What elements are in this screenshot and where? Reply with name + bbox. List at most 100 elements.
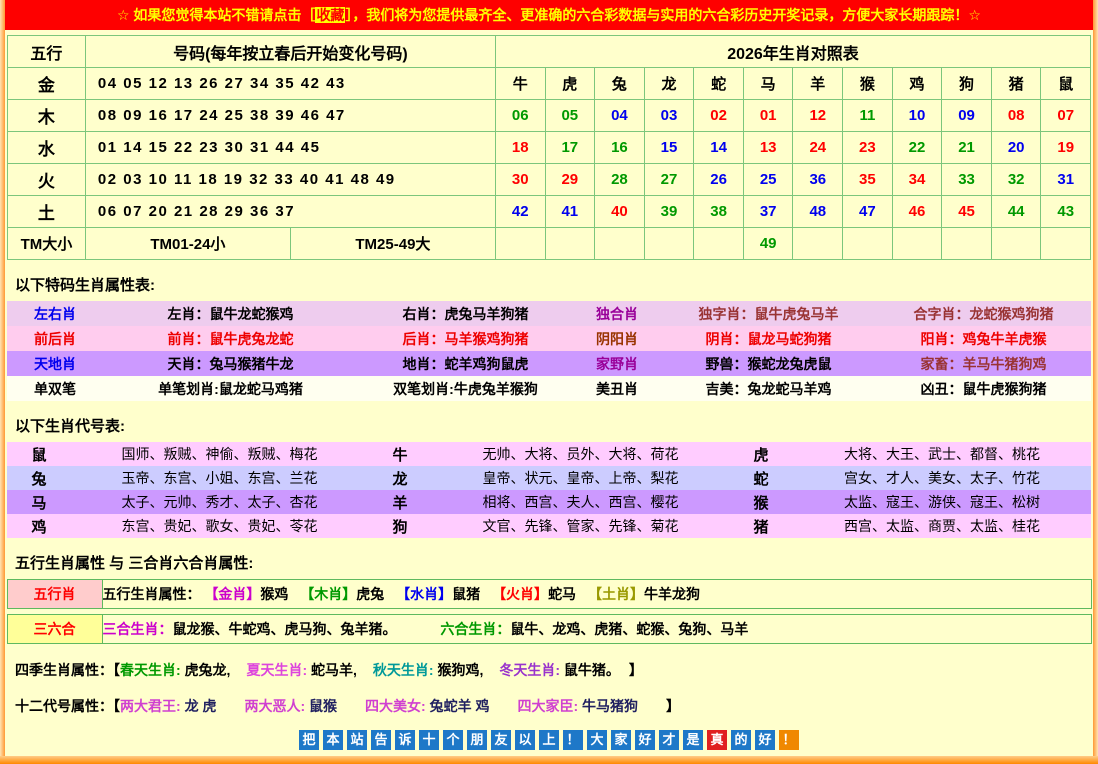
footer-char-box: 大 [587,730,607,750]
twelve-suffix: 】 [666,698,680,714]
zodiac-header-cell: 牛 [495,68,545,100]
zodiac-codes: 大将、大王、武士、都督、桃花 [793,442,1091,466]
codes-row: 鼠 国师、叛贼、神偷、叛贼、梅花 牛 无帅、大将、员外、大将、荷花 虎 大将、大… [7,442,1091,466]
zodiac-number-cell: 29 [545,164,595,196]
footer-char-box: 本 [323,730,343,750]
zodiac-number-cell: 47 [843,196,893,228]
element-row-earth: 土 06 07 20 21 28 29 36 37 42 41 40 39 38… [7,196,1090,228]
right-border-decoration [1093,0,1098,764]
footer-char-box: 的 [731,730,751,750]
element-numbers: 02 03 10 11 18 19 32 33 40 41 48 49 [85,164,495,196]
zodiac-number-cell: 03 [644,100,694,132]
liuhe-value: 鼠牛、龙鸡、虎猪、蛇猴、兔狗、马羊 [510,621,748,637]
zodiac-name: 龙 [368,466,432,490]
tag-wood-value: 虎兔 [356,586,384,602]
tag-fire-value: 蛇马 [548,586,576,602]
attr-label: 天地肖 [7,351,103,376]
zodiac-number-cell: 07 [1041,100,1091,132]
summer-value: 蛇马羊, [311,662,357,678]
footer-char-box: 好 [755,730,775,750]
footer-char-box: 个 [443,730,463,750]
winter-value: 鼠牛猪。 [564,662,613,678]
zodiac-header-cell: 猴 [843,68,893,100]
footer-char-box: 朋 [467,730,487,750]
zodiac-number-cell: 14 [694,132,744,164]
zodiac-name: 鸡 [7,514,71,538]
attr-value: 阴肖：鼠龙马蛇狗猪 [661,326,876,351]
wuxing-property-row: 五行肖 五行生肖属性： 【金肖】猴鸡 【木肖】虎兔 【水肖】鼠猪 【火肖】蛇马 … [7,580,1091,609]
attr-value: 家畜：羊马牛猪狗鸡 [876,351,1091,376]
element-numbers: 04 05 12 13 26 27 34 35 42 43 [85,68,495,100]
zodiac-header-cell: 猪 [991,68,1041,100]
zodiac-number-cell: 40 [595,196,645,228]
zodiac-number-cell: 38 [694,196,744,228]
zodiac-number-cell: 30 [495,164,545,196]
tag-gold-value: 猴鸡 [260,586,288,602]
favorite-link[interactable]: 收藏 [315,7,345,23]
sanliu-row-label: 三六合 [7,615,102,644]
zodiac-number-cell: 04 [595,100,645,132]
zodiac-number-cell: 31 [1041,164,1091,196]
tm-zodiac-cell [793,228,843,260]
zodiac-number-cell: 42 [495,196,545,228]
zodiac-codes: 皇帝、状元、皇帝、上帝、梨花 [432,466,729,490]
zodiac-number-cell: 12 [793,100,843,132]
tm-zodiac-cell [991,228,1041,260]
element-numbers: 01 14 15 22 23 30 31 44 45 [85,132,495,164]
zodiac-number-cell: 34 [892,164,942,196]
zodiac-number-cell: 36 [793,164,843,196]
zodiac-number-cell: 48 [793,196,843,228]
left-border-decoration [0,0,5,764]
attr-value: 吉美：兔龙蛇马羊鸡 [661,376,876,401]
zodiac-codes: 无帅、大将、员外、大将、荷花 [432,442,729,466]
footer-char-box: ！ [563,730,583,750]
element-numbers: 08 09 16 17 24 25 38 39 46 47 [85,100,495,132]
spring-label: 春天生肖: [120,662,185,678]
zodiac-number-cell: 11 [843,100,893,132]
zodiac-number-cell: 06 [495,100,545,132]
zodiac-number-cell: 33 [942,164,992,196]
attr-label: 美丑肖 [573,376,661,401]
zodiac-number-cell: 41 [545,196,595,228]
footer-slogan-row: 把 本 站 告 诉 十 个 朋 友 以 上 ！ 大 家 好 才 是 真 的 好 … [5,730,1093,750]
tag-earth: 【土肖】 [588,586,644,602]
banner-text-post: ］，我们将为您提供最齐全、更准确的六合彩数据与实用的六合彩历史开奖记录，方便大家… [345,7,981,23]
attr-value: 阳肖：鸡兔牛羊虎猴 [876,326,1091,351]
sanliu-row-content: 三合生肖：鼠龙猴、牛蛇鸡、虎马狗、兔羊猪。 六合生肖：鼠牛、龙鸡、虎猪、蛇猴、兔… [102,615,1091,644]
attr-row-left-right: 左右肖 左肖：鼠牛龙蛇猴鸡 右肖：虎兔马羊狗猪 独合肖 独字肖：鼠牛虎兔马羊 合… [7,301,1091,326]
footer-char-box: 好 [635,730,655,750]
beauties-label: 四大美女: [365,698,430,714]
tm-zodiac-cell [1041,228,1091,260]
attr-value: 单笔划肖:鼠龙蛇马鸡猪 [103,376,358,401]
villains-label: 两大恶人: [244,698,309,714]
page-content: 五行 号码(每年按立春后开始变化号码) 2026年生肖对照表 金 04 05 1… [5,35,1093,750]
footer-char-box: 以 [515,730,535,750]
zodiac-number-cell: 27 [644,164,694,196]
attr-label: 单双笔 [7,376,103,401]
villains-value: 鼠猴 [309,698,337,714]
footer-char-box: 是 [683,730,703,750]
zodiac-number-cell: 43 [1041,196,1091,228]
zodiac-name: 马 [7,490,71,514]
zodiac-codes: 宫女、才人、美女、太子、竹花 [793,466,1091,490]
zodiac-number-cell: 20 [991,132,1041,164]
sanliu-property-table: 三六合 三合生肖：鼠龙猴、牛蛇鸡、虎马狗、兔羊猪。 六合生肖：鼠牛、龙鸡、虎猪、… [7,614,1092,644]
attr-value: 双笔划肖:牛虎兔羊猴狗 [358,376,573,401]
zodiac-codes: 太子、元帅、秀才、太子、杏花 [71,490,368,514]
beauties-value: 兔蛇羊 鸡 [430,698,490,714]
footer-char-box: 诉 [395,730,415,750]
zodiac-codes: 文官、先锋、管家、先锋、菊花 [432,514,729,538]
zodiac-number-cell: 32 [991,164,1041,196]
tm-label: TM大小 [7,228,85,260]
zodiac-codes: 太监、寇王、游侠、寇王、松树 [793,490,1091,514]
codes-row: 马 太子、元帅、秀才、太子、杏花 羊 相将、西宫、夫人、西宫、樱花 猴 太监、寇… [7,490,1091,514]
zodiac-header-cell: 龙 [644,68,694,100]
autumn-value: 猴狗鸡, [437,662,483,678]
banner-text-pre: ☆ 如果您觉得本站不错请点击［ [117,7,315,23]
tag-earth-value: 牛羊龙狗 [644,586,700,602]
element-row-water: 水 01 14 15 22 23 30 31 44 45 18 17 16 15… [7,132,1090,164]
zodiac-header-cell: 羊 [793,68,843,100]
zodiac-number-cell: 09 [942,100,992,132]
zodiac-name: 狗 [368,514,432,538]
element-numbers: 06 07 20 21 28 29 36 37 [85,196,495,228]
